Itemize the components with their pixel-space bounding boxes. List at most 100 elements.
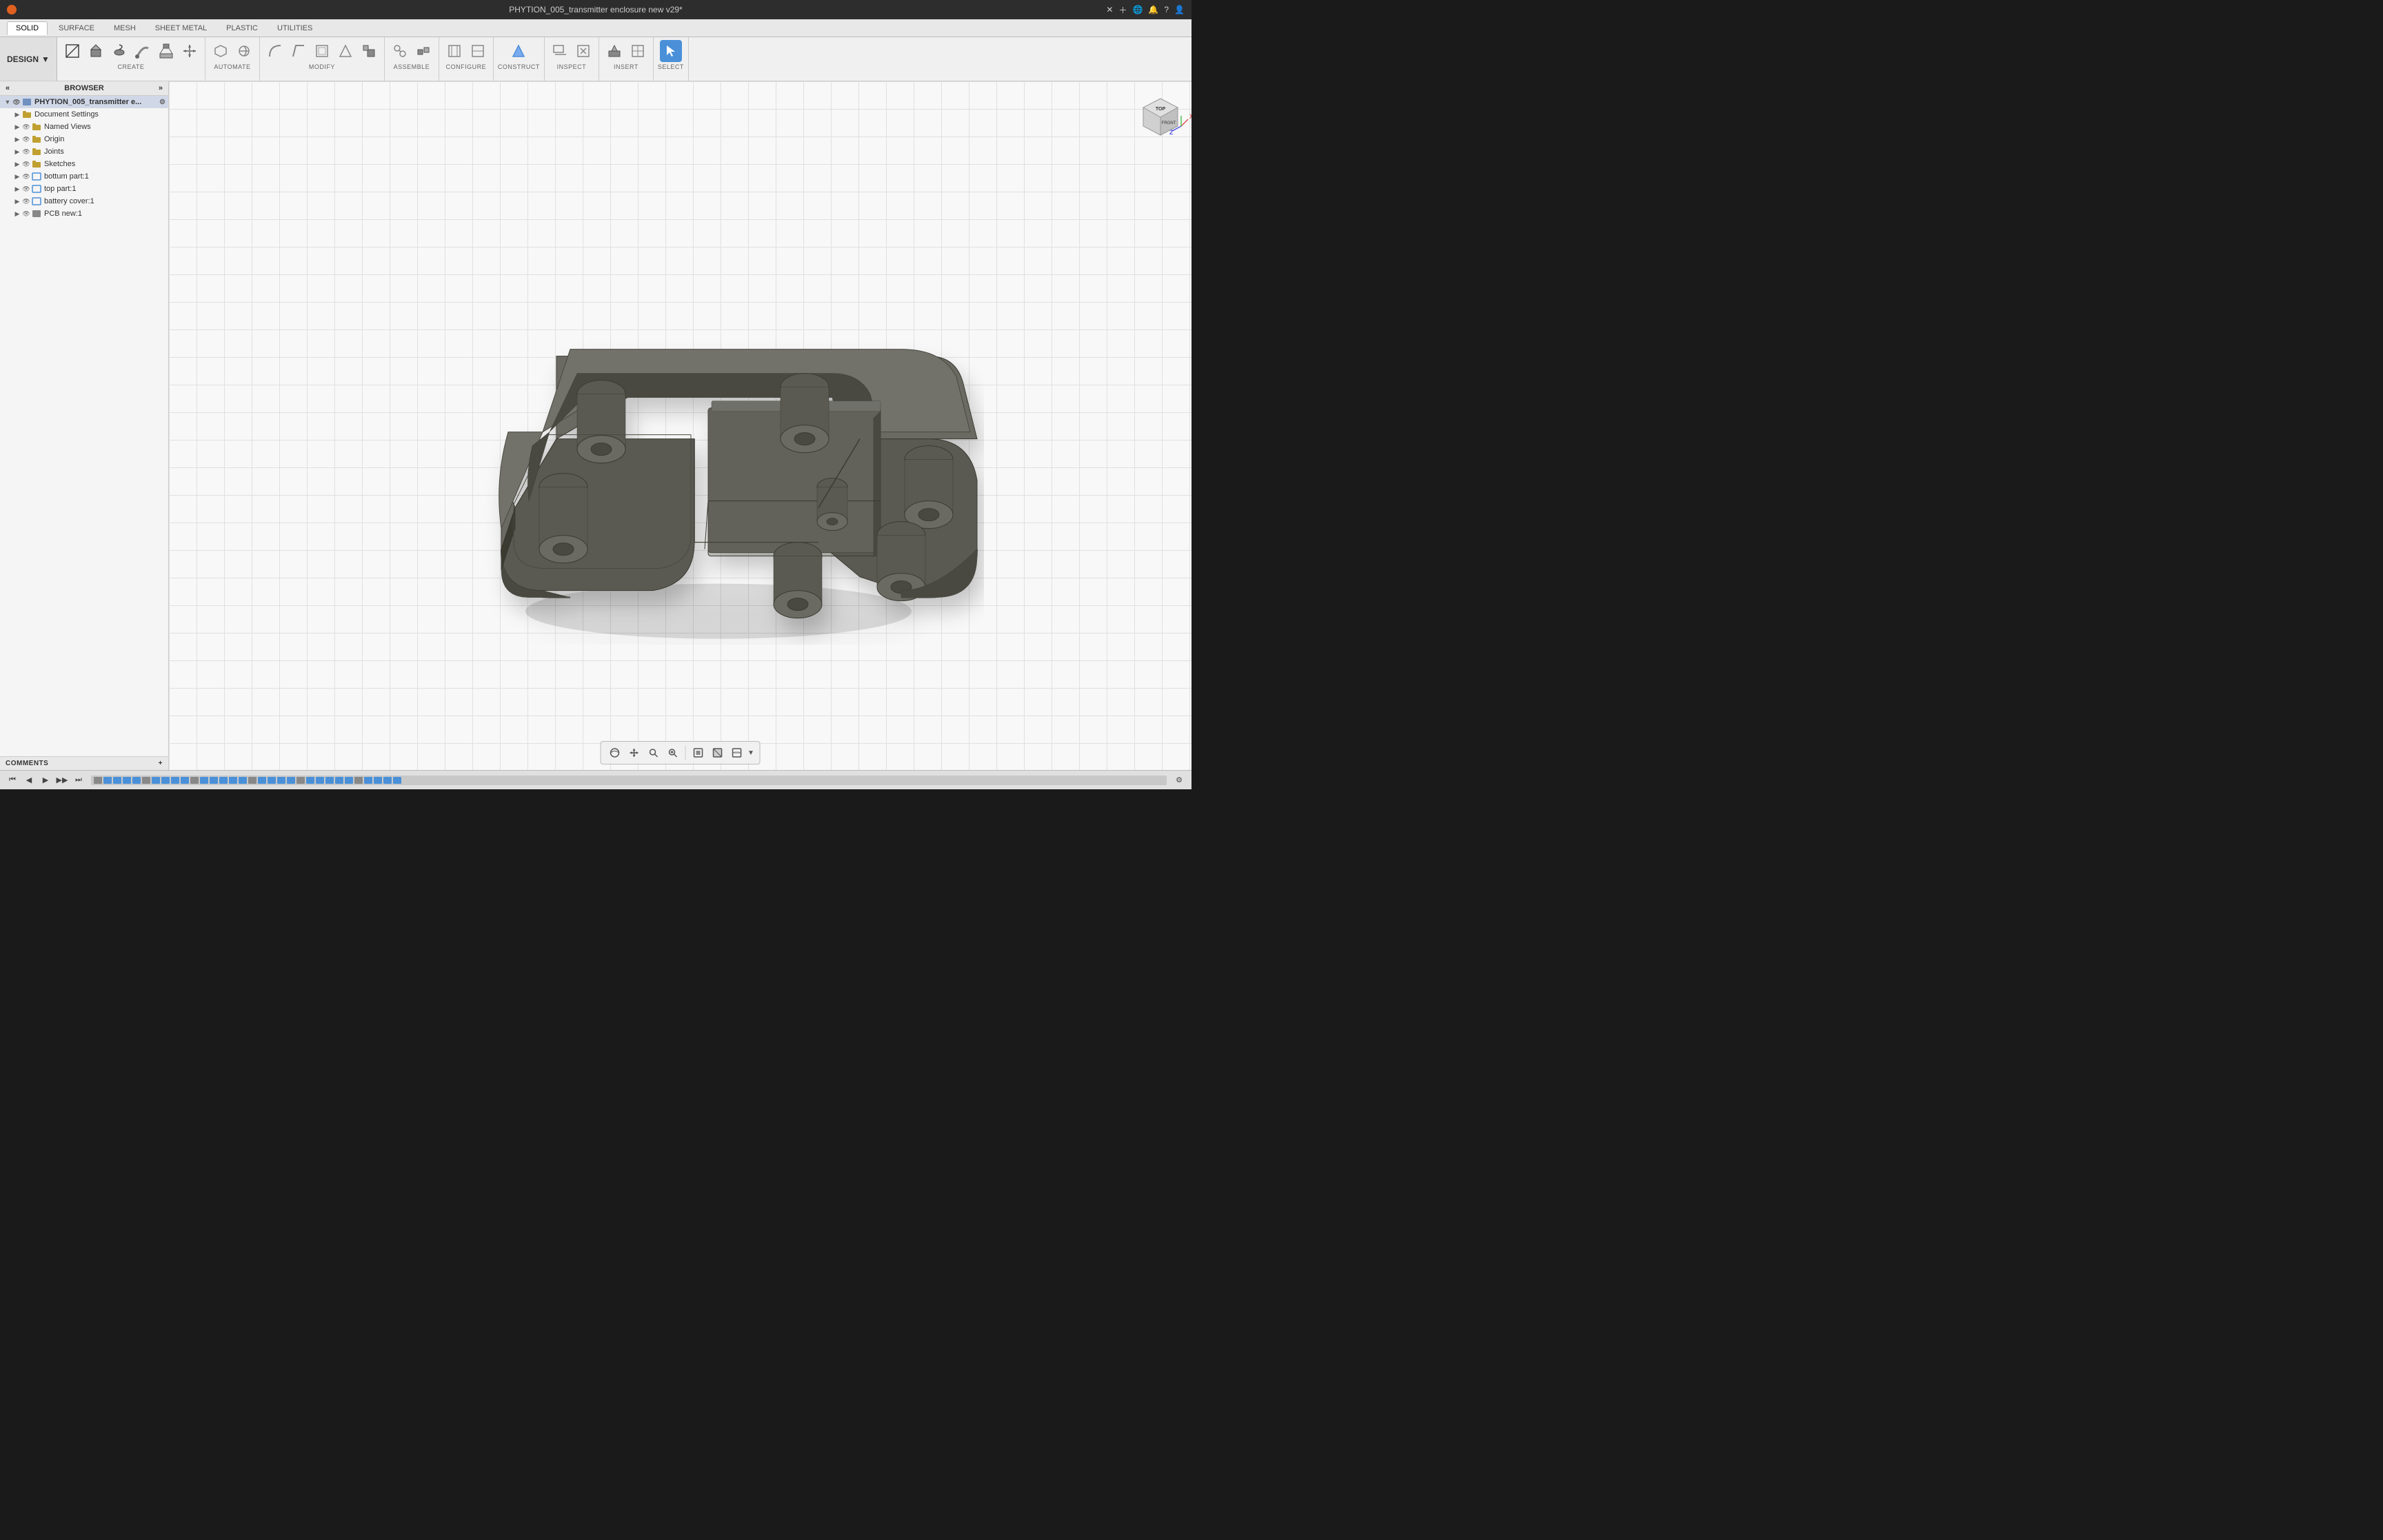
inspect-btn1[interactable] [549, 40, 571, 62]
scale-button[interactable] [358, 40, 380, 62]
battery-cover-visibility-icon[interactable]: 👁 [22, 197, 30, 205]
tab-plastic[interactable]: PLASTIC [218, 22, 266, 34]
chamfer-button[interactable] [288, 40, 310, 62]
timeline-step[interactable] [103, 777, 112, 784]
browser-item-origin[interactable]: ▶ 👁 Origin [0, 133, 168, 145]
automate-btn1[interactable] [210, 40, 232, 62]
automate-btn2[interactable] [233, 40, 255, 62]
assemble-btn2[interactable] [412, 40, 434, 62]
collapse-icon[interactable]: « [6, 84, 10, 92]
insert-btn1[interactable] [603, 40, 625, 62]
environment-button[interactable] [728, 744, 745, 761]
viewport[interactable]: TOP FRONT X Z [169, 81, 1192, 770]
orbit-button[interactable] [606, 744, 623, 761]
sketches-visibility-icon[interactable]: 👁 [22, 160, 30, 168]
timeline-step[interactable] [219, 777, 228, 784]
new-tab-icon[interactable]: ＋ [1118, 4, 1127, 16]
timeline-step[interactable] [200, 777, 208, 784]
tab-utilities[interactable]: UTILITIES [269, 22, 321, 34]
timeline-step[interactable] [123, 777, 131, 784]
root-visibility-icon[interactable]: 👁 [12, 98, 21, 106]
timeline-step[interactable] [239, 777, 247, 784]
timeline-step[interactable] [229, 777, 237, 784]
new-sketch-button[interactable] [61, 40, 83, 62]
named-views-visibility-icon[interactable]: 👁 [22, 123, 30, 131]
timeline-step[interactable] [374, 777, 382, 784]
timeline-step[interactable] [277, 777, 285, 784]
browser-item-sketches[interactable]: ▶ 👁 Sketches [0, 158, 168, 170]
timeline-settings-icon[interactable]: ⚙ [1172, 773, 1186, 787]
pan-button[interactable] [625, 744, 642, 761]
browser-item-pcb-new[interactable]: ▶ 👁 PCB new:1 [0, 207, 168, 220]
timeline-step[interactable] [181, 777, 189, 784]
timeline-step[interactable] [325, 777, 334, 784]
select-button[interactable] [660, 40, 682, 62]
browser-item-named-views[interactable]: ▶ 👁 Named Views [0, 121, 168, 133]
tab-mesh[interactable]: MESH [105, 22, 144, 34]
origin-visibility-icon[interactable]: 👁 [22, 135, 30, 143]
browser-root-item[interactable]: ▼ 👁 PHYTION_005_transmitter e... ⚙ [0, 96, 168, 108]
help-icon[interactable]: ? [1164, 5, 1169, 14]
root-expand-icon[interactable]: ▼ [3, 97, 12, 107]
timeline-step[interactable] [248, 777, 257, 784]
browser-item-top-part[interactable]: ▶ 👁 top part:1 [0, 183, 168, 195]
tab-sheet-metal[interactable]: SHEET METAL [147, 22, 215, 34]
browser-item-joints[interactable]: ▶ 👁 Joints [0, 145, 168, 158]
bottum-part-expand[interactable]: ▶ [12, 172, 22, 181]
sweep-button[interactable] [132, 40, 154, 62]
move-button[interactable] [179, 40, 201, 62]
timeline-back-start[interactable]: ⏮ [6, 773, 19, 787]
construct-btn1[interactable] [507, 40, 530, 62]
timeline-step[interactable] [132, 777, 141, 784]
browser-item-bottum-part[interactable]: ▶ 👁 bottum part:1 [0, 170, 168, 183]
bell-icon[interactable]: 🔔 [1148, 5, 1158, 14]
display-mode-button[interactable] [690, 744, 706, 761]
close-icon[interactable]: ✕ [1106, 5, 1113, 14]
visual-style-button[interactable] [709, 744, 725, 761]
loft-button[interactable] [155, 40, 177, 62]
view-cube[interactable]: TOP FRONT X Z [1129, 88, 1185, 143]
timeline-end[interactable]: ⏭ [72, 773, 86, 787]
doc-settings-expand[interactable]: ▶ [12, 110, 22, 119]
design-mode-button[interactable]: DESIGN ▼ [0, 37, 57, 81]
timeline-step[interactable] [113, 777, 121, 784]
configure-btn2[interactable] [467, 40, 489, 62]
configure-btn1[interactable] [443, 40, 465, 62]
timeline-step[interactable] [345, 777, 353, 784]
timeline-step[interactable] [287, 777, 295, 784]
bottum-part-visibility-icon[interactable]: 👁 [22, 172, 30, 181]
inspect-btn2[interactable] [572, 40, 594, 62]
draft-button[interactable] [334, 40, 356, 62]
timeline-step[interactable] [316, 777, 324, 784]
timeline-step[interactable] [306, 777, 314, 784]
timeline-play[interactable]: ▶ [39, 773, 52, 787]
tab-surface[interactable]: SURFACE [50, 22, 103, 34]
timeline-step[interactable] [190, 777, 199, 784]
shell-button[interactable] [311, 40, 333, 62]
top-part-visibility-icon[interactable]: 👁 [22, 185, 30, 193]
assemble-btn1[interactable] [389, 40, 411, 62]
timeline-step[interactable] [171, 777, 179, 784]
battery-cover-expand[interactable]: ▶ [12, 196, 22, 206]
timeline-step[interactable] [152, 777, 160, 784]
timeline-step[interactable] [161, 777, 170, 784]
zoom-button[interactable] [664, 744, 681, 761]
timeline-step[interactable] [364, 777, 372, 784]
joints-expand[interactable]: ▶ [12, 147, 22, 156]
revolve-button[interactable] [108, 40, 130, 62]
fillet-button[interactable] [264, 40, 286, 62]
top-part-expand[interactable]: ▶ [12, 184, 22, 194]
root-settings-icon[interactable]: ⚙ [159, 99, 165, 106]
timeline-step[interactable] [210, 777, 218, 784]
sketches-expand[interactable]: ▶ [12, 159, 22, 169]
joints-visibility-icon[interactable]: 👁 [22, 148, 30, 156]
timeline-step[interactable] [94, 777, 102, 784]
browser-item-document-settings[interactable]: ▶ Document Settings [0, 108, 168, 121]
timeline-step[interactable] [258, 777, 266, 784]
timeline-forward[interactable]: ▶▶ [55, 773, 69, 787]
timeline-step[interactable] [335, 777, 343, 784]
timeline-step[interactable] [142, 777, 150, 784]
pcb-new-visibility-icon[interactable]: 👁 [22, 210, 30, 218]
dropdown-chevron[interactable]: ▼ [747, 749, 754, 757]
insert-btn2[interactable] [627, 40, 649, 62]
